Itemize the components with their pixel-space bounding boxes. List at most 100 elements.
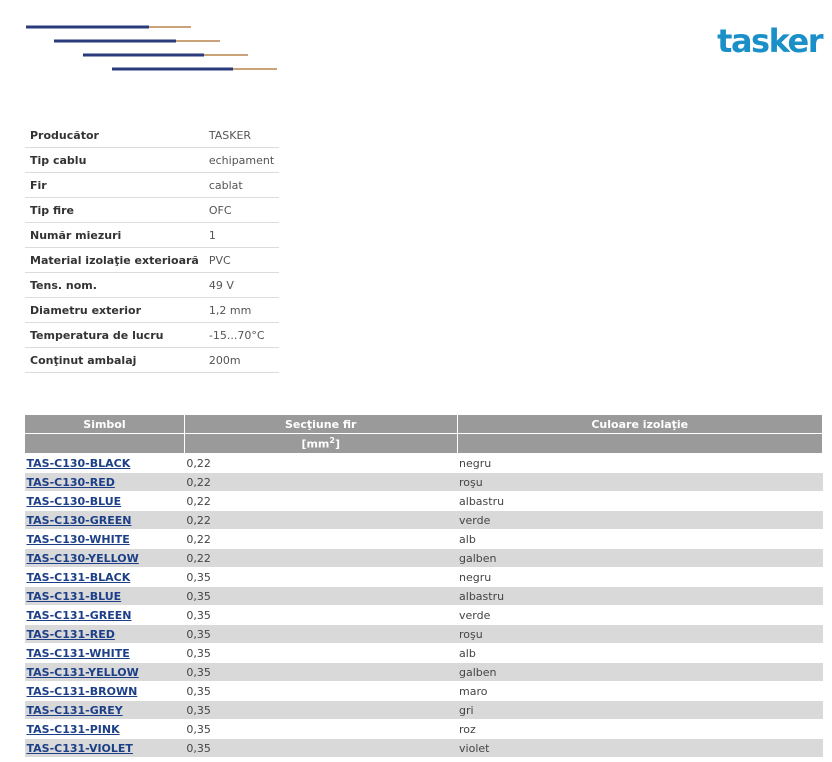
- table-row: TAS-C131-GREEN 0,35 verde: [24, 605, 823, 625]
- product-link[interactable]: TAS-C131-RED: [27, 628, 115, 641]
- symbol-cell: TAS-C130-RED: [24, 472, 185, 492]
- color-cell: maro: [457, 681, 823, 701]
- spec-row: Material izolaţie exterioară PVC: [25, 247, 280, 273]
- product-link[interactable]: TAS-C130-YELLOW: [27, 552, 139, 565]
- table-row: TAS-C131-VIOLET 0,35 violet: [24, 738, 823, 758]
- section-cell: 0,22: [184, 453, 458, 473]
- section-cell: 0,22: [184, 510, 458, 530]
- spec-label: Număr miezuri: [25, 222, 204, 248]
- symbol-cell: TAS-C131-PINK: [24, 719, 185, 739]
- spec-value: echipament: [203, 147, 280, 173]
- table-row: TAS-C130-GREEN 0,22 verde: [24, 510, 823, 530]
- spec-label: Temperatura de lucru: [25, 322, 204, 348]
- spec-label: Diametru exterior: [25, 297, 204, 323]
- header-color-sub: [456, 433, 824, 454]
- table-row: TAS-C131-BROWN 0,35 maro: [24, 681, 823, 701]
- spec-label: Tip fire: [25, 197, 204, 223]
- product-link[interactable]: TAS-C131-BROWN: [27, 685, 138, 698]
- symbol-cell: TAS-C130-GREEN: [24, 510, 185, 530]
- spec-row: Fir cablat: [25, 172, 280, 198]
- spec-label: Producător: [25, 123, 204, 148]
- spec-label: Fir: [25, 172, 204, 198]
- section-cell: 0,35: [184, 662, 458, 682]
- color-cell: verde: [457, 510, 823, 530]
- header-section-unit: [mm2]: [183, 433, 458, 454]
- spec-value: 200m: [203, 347, 280, 373]
- tasker-logo: tasker: [717, 22, 823, 60]
- product-link[interactable]: TAS-C131-YELLOW: [27, 666, 139, 679]
- color-cell: alb: [457, 529, 823, 549]
- color-cell: negru: [457, 453, 823, 473]
- symbol-cell: TAS-C131-WHITE: [24, 643, 185, 663]
- section-cell: 0,35: [184, 624, 458, 644]
- section-cell: 0,35: [184, 738, 458, 758]
- spec-value: -15...70°C: [203, 322, 280, 348]
- product-link[interactable]: TAS-C131-BLUE: [27, 590, 122, 603]
- section-cell: 0,35: [184, 643, 458, 663]
- spec-row: Conţinut ambalaj 200m: [25, 347, 280, 373]
- color-cell: albastru: [457, 586, 823, 606]
- spec-row: Număr miezuri 1: [25, 222, 280, 248]
- product-link[interactable]: TAS-C130-WHITE: [27, 533, 130, 546]
- symbol-cell: TAS-C131-VIOLET: [24, 738, 185, 758]
- section-cell: 0,35: [184, 719, 458, 739]
- product-link[interactable]: TAS-C131-VIOLET: [27, 742, 133, 755]
- symbol-cell: TAS-C131-GREEN: [24, 605, 185, 625]
- product-link[interactable]: TAS-C131-GREEN: [27, 609, 132, 622]
- spec-label: Tip cablu: [25, 147, 204, 173]
- section-cell: 0,35: [184, 605, 458, 625]
- symbol-cell: TAS-C131-BLACK: [24, 567, 185, 587]
- table-row: TAS-C131-RED 0,35 roşu: [24, 624, 823, 644]
- symbol-cell: TAS-C131-BROWN: [24, 681, 185, 701]
- symbol-cell: TAS-C130-WHITE: [24, 529, 185, 549]
- color-cell: galben: [457, 548, 823, 568]
- product-link[interactable]: TAS-C131-GREY: [27, 704, 123, 717]
- spec-value: 49 V: [203, 272, 280, 298]
- spec-value: TASKER: [203, 123, 280, 148]
- product-image: [26, 25, 277, 71]
- header-color: Culoare izolaţie: [456, 414, 824, 434]
- table-row: TAS-C131-PINK 0,35 roz: [24, 719, 823, 739]
- table-row: TAS-C130-BLACK 0,22 negru: [24, 453, 823, 473]
- product-link[interactable]: TAS-C131-PINK: [27, 723, 120, 736]
- table-row: TAS-C130-BLUE 0,22 albastru: [24, 491, 823, 511]
- specifications-table: Producător TASKER Tip cablu echipament Fir ca…: [25, 123, 280, 373]
- spec-label: Material izolaţie exterioară: [25, 247, 204, 273]
- section-cell: 0,35: [184, 586, 458, 606]
- table-row: TAS-C131-GREY 0,35 gri: [24, 700, 823, 720]
- color-cell: violet: [457, 738, 823, 758]
- color-cell: verde: [457, 605, 823, 625]
- product-link[interactable]: TAS-C130-BLUE: [27, 495, 122, 508]
- product-link[interactable]: TAS-C130-GREEN: [27, 514, 132, 527]
- spec-row: Tip cablu echipament: [25, 147, 280, 173]
- product-link[interactable]: TAS-C130-RED: [27, 476, 115, 489]
- symbol-cell: TAS-C131-RED: [24, 624, 185, 644]
- spec-row: Temperatura de lucru -15...70°C: [25, 322, 280, 348]
- spec-row: Tip fire OFC: [25, 197, 280, 223]
- table-row: TAS-C131-BLUE 0,35 albastru: [24, 586, 823, 606]
- symbol-cell: TAS-C131-BLUE: [24, 586, 185, 606]
- table-row: TAS-C131-WHITE 0,35 alb: [24, 643, 823, 663]
- color-cell: alb: [457, 643, 823, 663]
- section-cell: 0,22: [184, 491, 458, 511]
- spec-value: PVC: [203, 247, 280, 273]
- product-link[interactable]: TAS-C131-BLACK: [27, 571, 131, 584]
- spec-value: cablat: [203, 172, 280, 198]
- spec-row: Diametru exterior 1,2 mm: [25, 297, 280, 323]
- product-link[interactable]: TAS-C131-WHITE: [27, 647, 130, 660]
- table-row: TAS-C131-BLACK 0,35 negru: [24, 567, 823, 587]
- products-table: Simbol Secţiune fir Culoare izolaţie [mm…: [24, 414, 824, 758]
- symbol-cell: TAS-C131-YELLOW: [24, 662, 185, 682]
- table-row: TAS-C130-WHITE 0,22 alb: [24, 529, 823, 549]
- spec-label: Tens. nom.: [25, 272, 204, 298]
- section-cell: 0,22: [184, 548, 458, 568]
- header-symbol: Simbol: [24, 414, 185, 434]
- section-cell: 0,35: [184, 700, 458, 720]
- product-link[interactable]: TAS-C130-BLACK: [27, 457, 131, 470]
- section-cell: 0,35: [184, 567, 458, 587]
- color-cell: roşu: [457, 624, 823, 644]
- symbol-cell: TAS-C130-YELLOW: [24, 548, 185, 568]
- header-symbol-sub: [24, 433, 185, 454]
- color-cell: roz: [457, 719, 823, 739]
- table-row: TAS-C130-RED 0,22 roşu: [24, 472, 823, 492]
